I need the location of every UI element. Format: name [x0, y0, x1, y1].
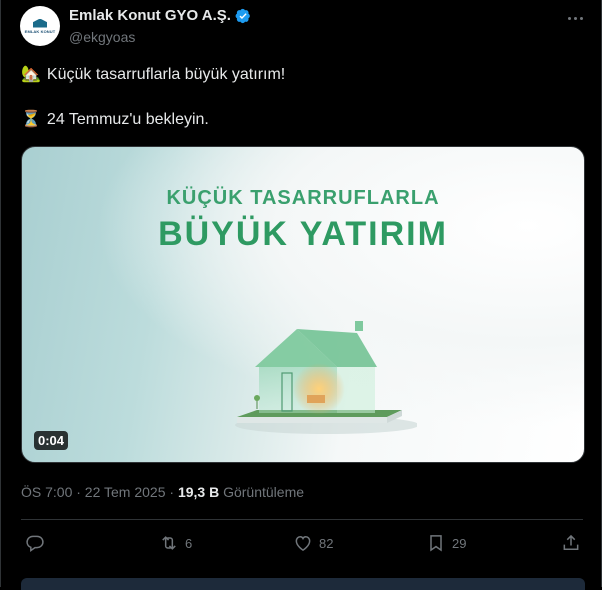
video-duration-badge: 0:04 [34, 431, 69, 450]
divider [21, 519, 583, 520]
bookmark-icon [430, 535, 442, 552]
tweet-text-line-2: ⏳ 24 Temmuz'u bekleyin. [21, 111, 209, 129]
avatar[interactable]: EMLAK KONUT [20, 6, 60, 46]
views-label: Görüntüleme [219, 484, 305, 500]
glass-house-illustration [235, 321, 417, 434]
views-count: 19,3 B [177, 484, 220, 500]
tweet-text-1: Küçük tasarruflarla büyük yatırım! [46, 66, 286, 83]
verified-badge-icon [235, 8, 250, 23]
tweet-timestamp[interactable]: ÖS 7:00 · 22 Tem 2025 · [21, 484, 178, 500]
video-title-small: KÜÇÜK TASARRUFLARLA [166, 187, 440, 209]
video-player[interactable]: KÜÇÜK TASARRUFLARLA BÜYÜK YATIRIM 0:04 [21, 146, 585, 463]
repost-count: 6 [185, 535, 193, 551]
tweet-meta: ÖS 7:00 · 22 Tem 2025 · 19,3 B Görüntüle… [21, 484, 304, 500]
author-handle[interactable]: @ekgyoas [69, 29, 135, 45]
share-icon [563, 534, 579, 550]
author-name-row: Emlak Konut GYO A.Ş. [69, 7, 251, 24]
house-logo-icon [33, 18, 47, 28]
video-title-large: BÜYÜK YATIRIM [158, 215, 448, 253]
repost-icon [162, 536, 176, 550]
hourglass-emoji-icon: ⏳ [21, 111, 41, 128]
bottom-panel-edge [21, 578, 585, 590]
like-count: 82 [319, 535, 334, 551]
repost-button[interactable]: 6 [159, 533, 192, 553]
tweet-text-2: 24 Temmuz'u bekleyin. [46, 111, 209, 128]
reply-button[interactable] [25, 533, 51, 553]
avatar-logo-text: EMLAK KONUT [24, 28, 56, 34]
share-button[interactable] [561, 533, 581, 553]
tweet-text-line-1: 🏡 Küçük tasarruflarla büyük yatırım! [21, 66, 285, 84]
more-options-icon[interactable] [565, 8, 585, 28]
bookmark-count: 29 [452, 535, 467, 551]
heart-icon [295, 535, 311, 551]
bookmark-button[interactable]: 29 [426, 533, 466, 553]
action-bar: 6 82 29 [21, 533, 585, 555]
tweet-frame: EMLAK KONUT Emlak Konut GYO A.Ş. @ekgyoa… [0, 0, 602, 590]
author-display-name[interactable]: Emlak Konut GYO A.Ş. [69, 7, 231, 24]
reply-icon [26, 535, 44, 552]
house-emoji-icon: 🏡 [21, 66, 41, 83]
like-button[interactable]: 82 [293, 533, 333, 553]
